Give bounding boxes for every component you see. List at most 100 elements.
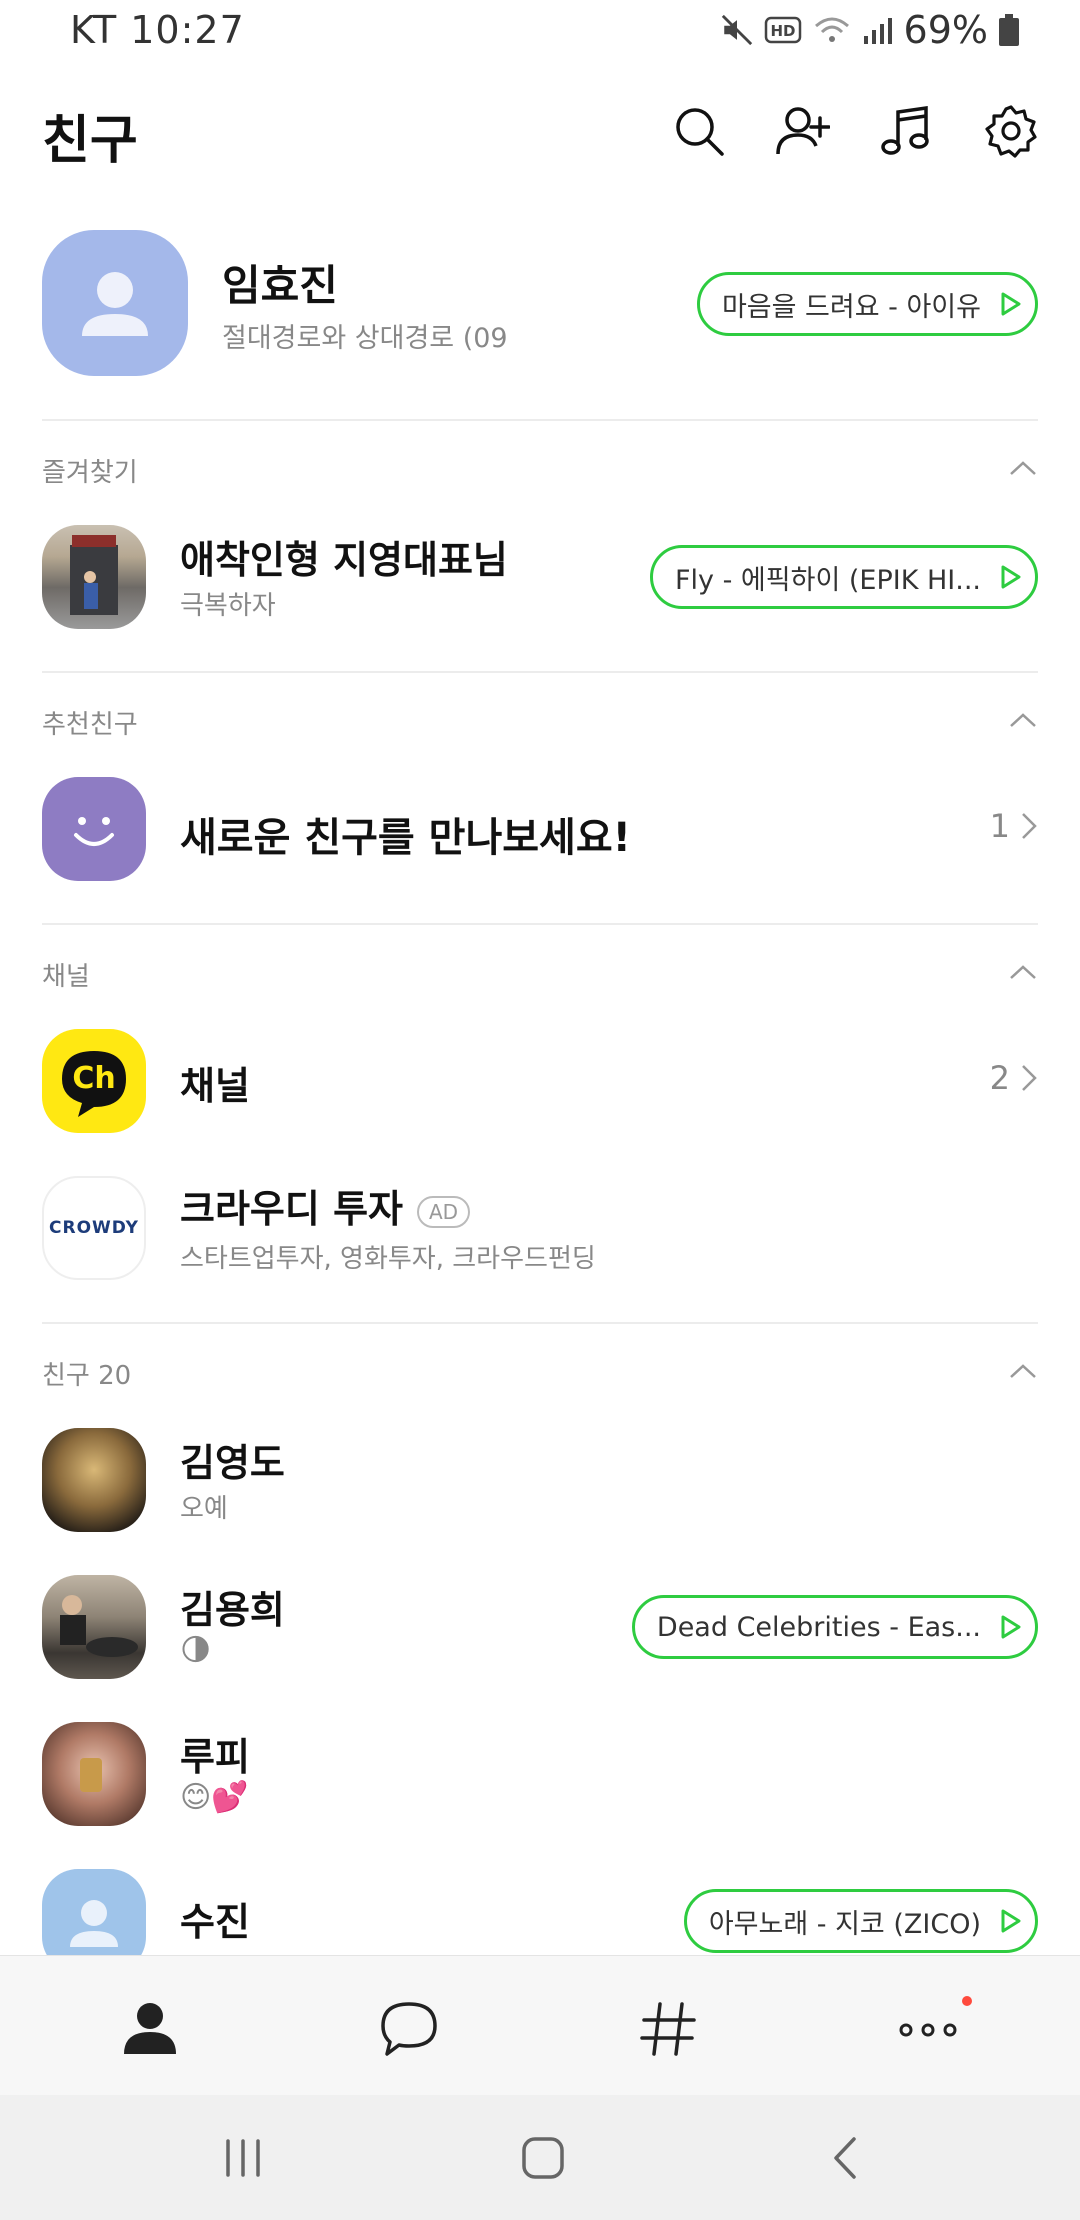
section-friends-header[interactable]: 친구 20 [0,1355,1080,1395]
my-status-message: 절대경로와 상대경로 (09 [222,323,508,354]
smile-face-icon [74,817,114,846]
recommend-count-value: 1 [989,807,1010,845]
friend-avatar[interactable] [42,1869,146,1955]
ad-channel-name: 크라우디 투자 AD [180,1178,471,1233]
wifi-icon [814,17,849,42]
divider [42,923,1038,925]
ad-channel-title: 크라우디 투자 [180,1187,403,1231]
chevron-right-icon [1022,1065,1037,1091]
section-title: 친구 20 [42,1361,132,1391]
section-title: 채널 [42,962,90,992]
add-friend-icon[interactable] [776,104,830,158]
status-icons: HD 69% [720,8,1020,52]
section-channel-header[interactable]: 채널 [0,956,1080,996]
friend-name: 애착인형 지영대표님 [180,538,508,582]
chevron-up-icon[interactable] [1008,710,1038,730]
friend-status-message: 극복하자 [180,591,276,621]
friend-music-label: Fly - 에픽하이 (EPIK HI... [675,564,981,596]
new-badge-dot [962,1996,972,2006]
friend-music-label: Dead Celebrities - Eas... [656,1611,981,1643]
play-icon [1001,292,1021,316]
battery-percent: 69% [903,8,988,52]
section-favorites-header[interactable]: 즐겨찾기 [0,452,1080,492]
person-placeholder-icon [82,272,148,336]
chevron-up-icon[interactable] [1008,962,1038,982]
recommend-label: 새로운 친구를 만나보세요! [180,815,631,861]
friend-item[interactable]: 루피 😊💕 [0,1722,1080,1832]
bottom-tab-bar [0,1955,1080,2095]
friend-avatar[interactable] [42,525,146,629]
channel-item[interactable]: Ch 채널 2 [0,1029,1080,1139]
friend-music-button[interactable]: 아무노래 - 지코 (ZICO) [683,1889,1038,1953]
channel-count-value: 2 [989,1059,1010,1097]
divider [42,419,1038,421]
friend-music-label: 아무노래 - 지코 (ZICO) [708,1908,981,1940]
friend-music-button[interactable]: Fly - 에픽하이 (EPIK HI... [650,545,1038,609]
mute-icon [721,14,752,46]
my-profile[interactable]: 임효진 절대경로와 상대경로 (09 마음을 드려요 - 아이유 [0,230,1080,380]
header-actions [672,104,1038,158]
more-tab-icon[interactable] [896,1996,960,2060]
section-title: 즐겨찾기 [42,458,138,488]
profile-music-label: 마음을 드려요 - 아이유 [721,291,981,323]
friend-item[interactable]: 김용희 🌗 Dead Celebrities - Eas... [0,1575,1080,1685]
carrier-time: KT 10:27 [70,8,245,52]
play-icon [1001,1909,1021,1933]
friend-music-button[interactable]: Dead Celebrities - Eas... [631,1595,1038,1659]
status-bar: KT 10:27 HD 69% [0,0,1080,64]
settings-icon[interactable] [984,104,1038,158]
friend-item[interactable]: 수진 아무노래 - 지코 (ZICO) [0,1869,1080,1955]
battery-icon [999,14,1019,46]
friend-avatar[interactable] [42,1428,146,1532]
recent-apps-icon[interactable] [218,2133,268,2183]
channel-count[interactable]: 2 [990,1059,1038,1097]
home-icon[interactable] [518,2133,568,2183]
person-placeholder-icon [70,1900,118,1947]
recommend-count[interactable]: 1 [990,807,1038,845]
friend-item[interactable]: 김영도 오예 [0,1428,1080,1538]
friend-name: 김영도 [180,1441,285,1485]
favorite-friend-item[interactable]: 애착인형 지영대표님 극복하자 Fly - 에픽하이 (EPIK HI... [0,525,1080,635]
crowdy-logo-text: CROWDY [49,1218,139,1238]
friend-name: 루피 [180,1735,250,1779]
my-avatar[interactable] [42,230,188,376]
chevron-up-icon[interactable] [1008,458,1038,478]
friend-avatar[interactable] [42,1575,146,1679]
signal-icon [863,18,892,44]
recommend-friends-item[interactable]: 새로운 친구를 만나보세요! 1 [0,777,1080,887]
chevron-up-icon[interactable] [1008,1361,1038,1381]
system-navigation-bar [0,2095,1080,2220]
play-icon [1001,1615,1021,1639]
chevron-right-icon [1022,813,1037,839]
play-icon [1001,565,1021,589]
photo-thumbnail [80,1758,102,1792]
channel-name: 채널 [180,1064,250,1108]
channel-avatar: Ch [42,1029,146,1133]
music-icon[interactable] [880,104,934,158]
hashtag-tab-icon[interactable] [636,1996,700,2060]
friend-avatar[interactable] [42,1722,146,1826]
search-icon[interactable] [672,104,726,158]
profile-music-button[interactable]: 마음을 드려요 - 아이유 [696,272,1038,336]
section-recommend-header[interactable]: 추천친구 [0,704,1080,744]
ad-channel-description: 스타트업투자, 영화투자, 크라우드펀딩 [180,1244,596,1274]
photo-thumbnail [70,535,118,615]
ad-logo: CROWDY [42,1176,146,1280]
chats-tab-icon[interactable] [377,1996,441,2060]
hd-icon: HD [764,16,801,44]
friends-tab-icon[interactable] [118,1996,182,2060]
section-title: 추천친구 [42,710,138,740]
divider [42,671,1038,673]
photo-thumbnail [60,1595,138,1657]
page-title: 친구 [42,111,138,171]
my-name: 임효진 [222,261,338,310]
channel-logo-text: Ch [72,1061,116,1096]
friend-status-message: 🌗 [180,1633,212,1668]
friend-name: 김용희 [180,1588,285,1632]
back-icon[interactable] [822,2133,872,2183]
friend-status-message: 😊💕 [180,1780,249,1815]
ad-badge: AD [417,1195,471,1228]
divider [42,1322,1038,1324]
ad-channel-item[interactable]: CROWDY 크라우디 투자 AD 스타트업투자, 영화투자, 크라우드펀딩 [0,1176,1080,1286]
svg-text:HD: HD [770,22,795,40]
